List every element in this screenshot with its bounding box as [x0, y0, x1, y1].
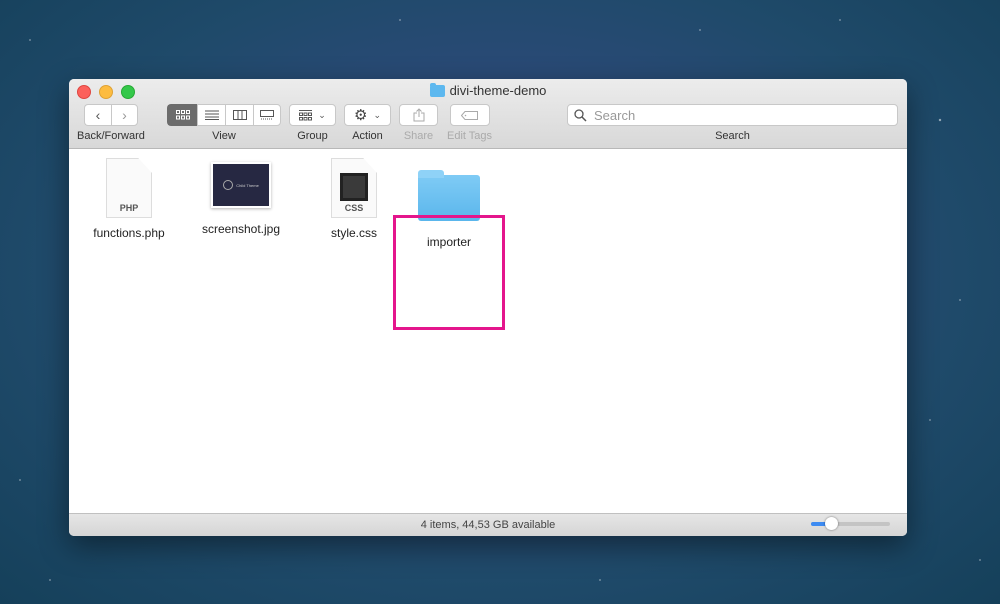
- edit-tags-label: Edit Tags: [447, 130, 493, 142]
- file-name: screenshot.jpg: [201, 222, 281, 236]
- action-label: Action: [352, 130, 383, 142]
- view-gallery-button[interactable]: [253, 104, 281, 126]
- status-bar: 4 items, 44,53 GB available: [69, 513, 907, 536]
- chevron-right-icon: ›: [122, 107, 127, 123]
- file-name: functions.php: [93, 226, 165, 240]
- finder-window: divi-theme-demo ‹ › Back/Forward View ⌄ …: [69, 79, 907, 536]
- icon-size-slider[interactable]: [811, 517, 890, 530]
- group-group: ⌄ Group: [289, 104, 336, 142]
- forward-button[interactable]: ›: [110, 104, 138, 126]
- gallery-icon: [260, 110, 274, 120]
- group-label: Group: [297, 130, 328, 142]
- folder-icon: [429, 82, 445, 97]
- status-text: 4 items, 44,53 GB available: [420, 519, 556, 531]
- columns-icon: [232, 110, 247, 120]
- action-button[interactable]: ⚙ ⌄: [344, 104, 391, 126]
- back-forward-label: Back/Forward: [77, 130, 145, 142]
- chevron-down-icon: ⌄: [373, 109, 381, 120]
- view-icon-button[interactable]: [167, 104, 197, 126]
- file-area: PHP functions.php Child Theme screenshot…: [69, 149, 907, 514]
- action-group: ⚙ ⌄ Action: [344, 104, 391, 142]
- chevron-down-icon: ⌄: [318, 109, 326, 120]
- search-icon: [574, 108, 587, 122]
- share-group: Share: [399, 104, 438, 142]
- back-forward-group: ‹ › Back/Forward: [77, 104, 145, 142]
- view-label: View: [212, 130, 236, 142]
- file-name: style.css: [330, 226, 377, 240]
- gear-icon: ⚙: [354, 107, 368, 124]
- view-list-button[interactable]: [197, 104, 225, 126]
- tag-icon: [460, 110, 478, 120]
- share-button[interactable]: [399, 104, 438, 126]
- file-item-style-css[interactable]: CSS style.css: [309, 158, 399, 240]
- back-button[interactable]: ‹: [83, 104, 111, 126]
- share-label: Share: [403, 130, 434, 142]
- search-input[interactable]: [592, 106, 876, 124]
- php-document-icon: PHP: [106, 158, 152, 218]
- window-title: divi-theme-demo: [69, 82, 907, 98]
- file-item-functions-php[interactable]: PHP functions.php: [84, 158, 174, 240]
- list-icon: [204, 110, 219, 120]
- slider-knob[interactable]: [824, 517, 838, 530]
- group-button[interactable]: ⌄: [289, 104, 336, 126]
- share-icon: [413, 108, 424, 122]
- view-column-button[interactable]: [225, 104, 253, 126]
- title-bar: divi-theme-demo ‹ › Back/Forward View ⌄ …: [69, 79, 907, 149]
- edit-tags-group: Edit Tags: [447, 104, 492, 142]
- search-label: Search: [715, 130, 750, 142]
- search-field[interactable]: [567, 104, 898, 126]
- edit-tags-button[interactable]: [449, 104, 490, 126]
- window-title-text: divi-theme-demo: [449, 83, 547, 98]
- icon-grid-icon: [175, 110, 190, 120]
- highlight-box: [393, 215, 505, 330]
- group-icon: [299, 109, 313, 120]
- file-item-screenshot-jpg[interactable]: Child Theme screenshot.jpg: [196, 152, 286, 236]
- image-thumbnail-icon: Child Theme: [211, 162, 271, 208]
- chevron-left-icon: ‹: [95, 107, 101, 123]
- divi-logo-icon: [223, 180, 234, 190]
- view-group: View: [167, 104, 281, 142]
- css-document-icon: CSS: [331, 158, 377, 218]
